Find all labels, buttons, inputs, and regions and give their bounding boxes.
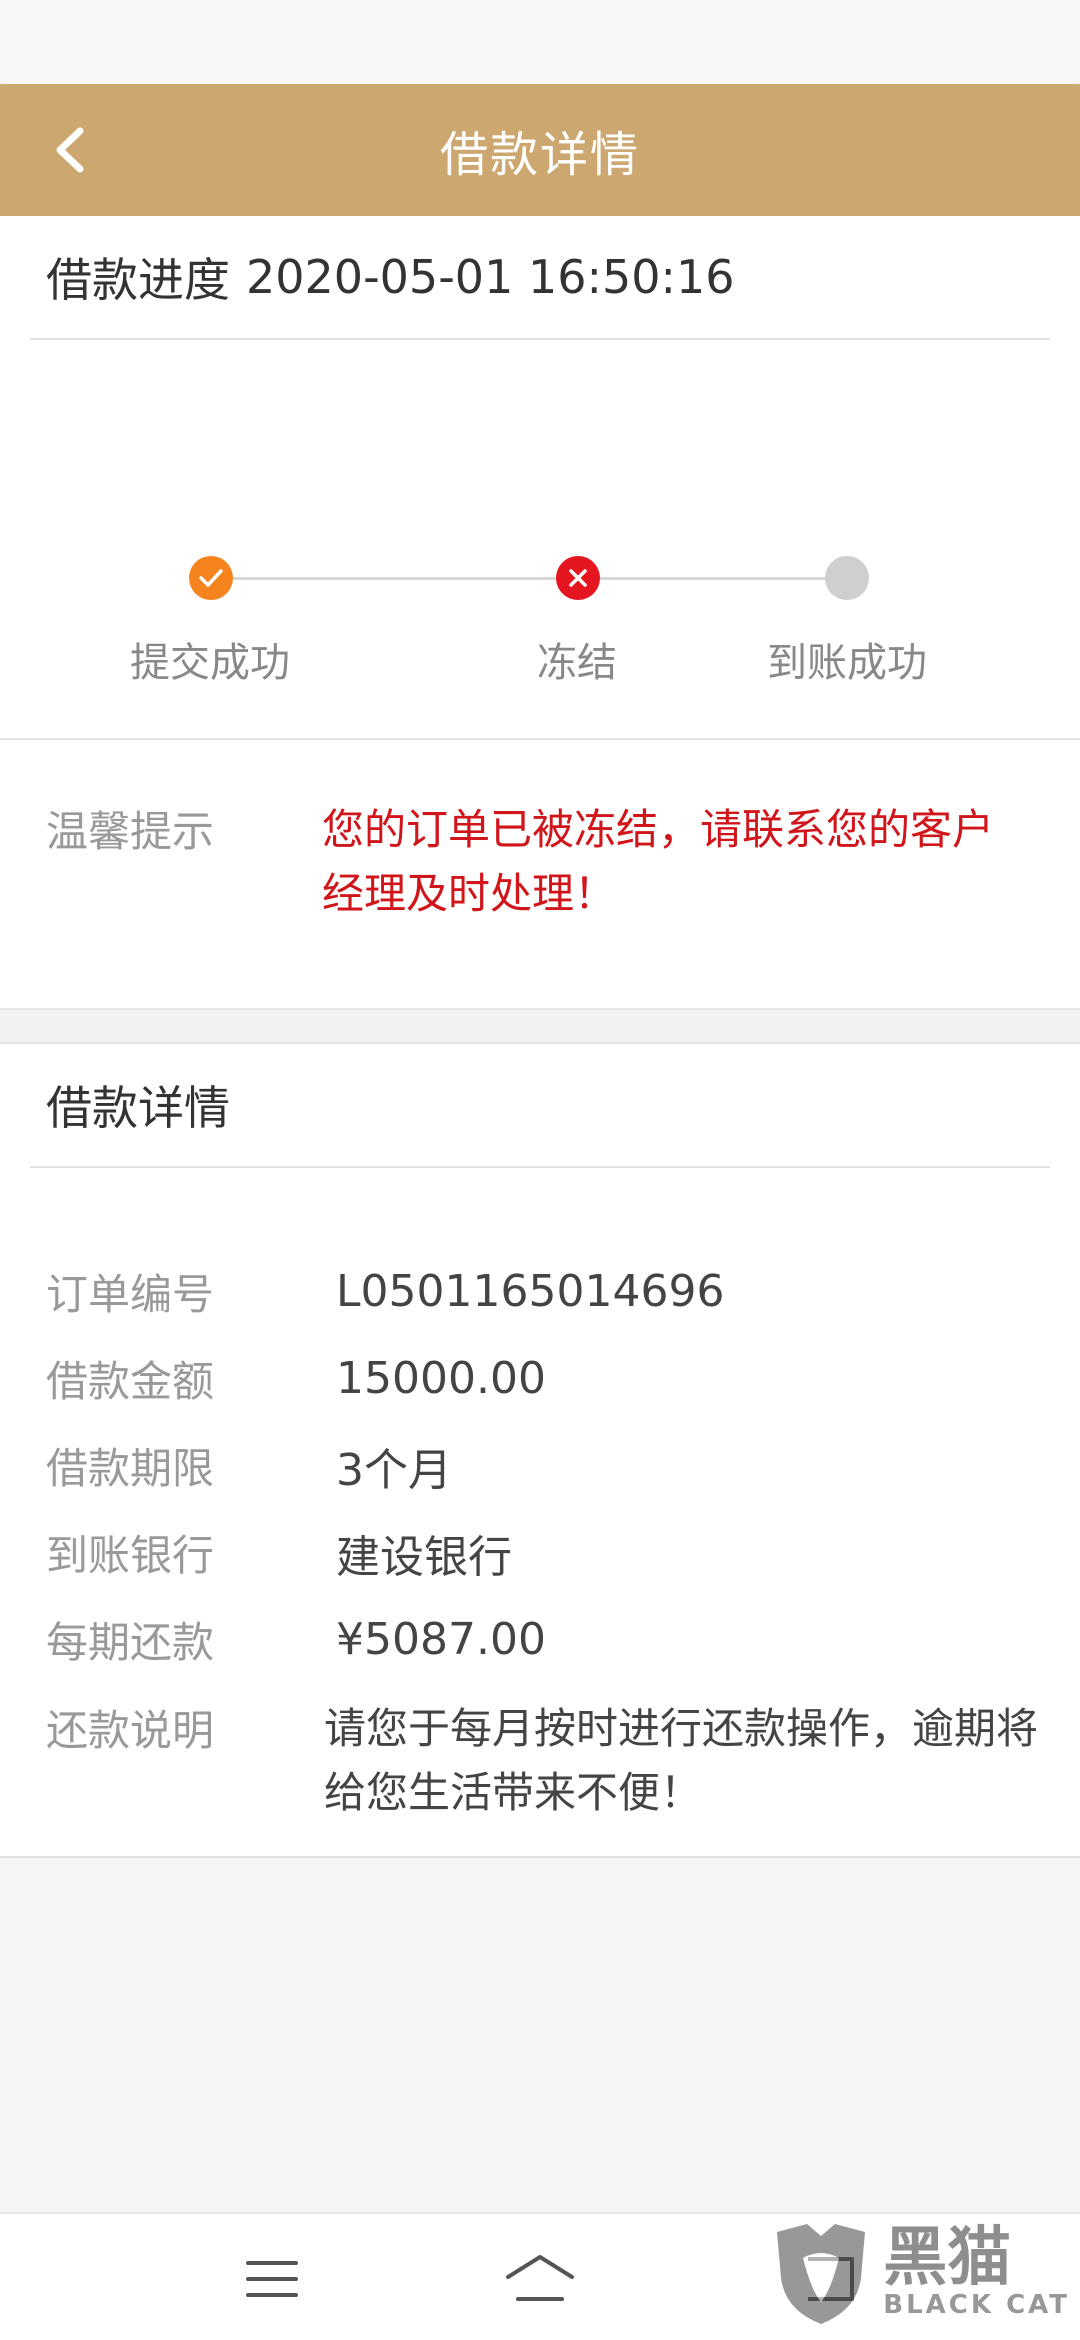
detail-row-installment: 每期还款 ¥5087.00 xyxy=(0,1596,1080,1683)
progress-header: 借款进度 2020-05-01 16:50:16 xyxy=(30,216,1050,340)
progress-track: 提交成功 冻结 到账成功 xyxy=(0,532,1080,692)
detail-value: 请您于每月按时进行还款操作，逾期将给您生活带来不便！ xyxy=(324,1704,1039,1817)
step-label-arrived: 到账成功 xyxy=(767,640,927,686)
close-icon xyxy=(569,569,587,587)
detail-value: L0501165014696 xyxy=(336,1266,725,1317)
home-icon xyxy=(506,2255,574,2301)
detail-value: 建设银行 xyxy=(336,1531,512,1583)
detail-row-order-no: 订单编号 L0501165014696 xyxy=(0,1248,1080,1335)
progress-line-2 xyxy=(600,577,830,580)
detail-value: 15000.00 xyxy=(336,1353,546,1404)
progress-time: 2020-05-01 16:50:16 xyxy=(246,250,735,304)
tip-message: 您的订单已被冻结，请联系您的客户经理及时处理！ xyxy=(322,805,995,918)
tip-card: 温馨提示 您的订单已被冻结，请联系您的客户经理及时处理！ xyxy=(0,740,1080,1010)
check-icon xyxy=(199,569,223,587)
detail-key: 还款说明 xyxy=(46,1706,215,1755)
step-label-frozen: 冻结 xyxy=(537,640,617,686)
progress-line-1 xyxy=(232,577,558,580)
detail-card: 借款详情 订单编号 L0501165014696 借款金额 15000.00 借… xyxy=(0,1044,1080,1858)
detail-key: 到账银行 xyxy=(46,1531,215,1580)
step-frozen-indicator xyxy=(556,556,600,600)
detail-row-repayment-note: 还款说明 请您于每月按时进行还款操作，逾期将给您生活带来不便！ xyxy=(0,1683,1080,1825)
step-done-indicator xyxy=(189,556,233,600)
detail-row-bank: 到账银行 建设银行 xyxy=(0,1509,1080,1596)
detail-key: 借款期限 xyxy=(46,1444,215,1493)
cat-shield-icon xyxy=(777,2224,866,2324)
step-pending-indicator xyxy=(825,556,869,600)
detail-key: 每期还款 xyxy=(46,1618,215,1667)
back-button[interactable] xyxy=(40,120,100,180)
detail-key: 借款金额 xyxy=(46,1357,215,1406)
progress-label: 借款进度 xyxy=(46,253,230,307)
step-label-submitted: 提交成功 xyxy=(130,640,290,686)
detail-row-amount: 借款金额 15000.00 xyxy=(0,1335,1080,1422)
page-title: 借款详情 xyxy=(439,127,640,183)
section-divider xyxy=(0,1010,1080,1044)
watermark-en: BLACK CAT xyxy=(883,2290,1070,2320)
chevron-left-icon xyxy=(56,127,84,173)
menu-icon xyxy=(246,2261,298,2297)
home-button[interactable] xyxy=(500,2244,580,2314)
header-bar: 借款详情 xyxy=(0,84,1080,216)
detail-value: 3个月 xyxy=(336,1444,452,1496)
detail-list: 订单编号 L0501165014696 借款金额 15000.00 借款期限 3… xyxy=(0,1168,1080,1825)
detail-row-term: 借款期限 3个月 xyxy=(0,1422,1080,1509)
watermark-cn: 黑猫 xyxy=(883,2221,1012,2295)
detail-title: 借款详情 xyxy=(30,1044,1050,1168)
status-bar xyxy=(0,0,1080,84)
tip-label: 温馨提示 xyxy=(46,807,215,856)
watermark-logo: 黑猫 BLACK CAT xyxy=(767,2218,1070,2328)
progress-card: 借款进度 2020-05-01 16:50:16 提交成功 冻结 到账成功 xyxy=(0,216,1080,740)
menu-button[interactable] xyxy=(232,2244,312,2314)
detail-key: 订单编号 xyxy=(46,1270,215,1319)
detail-value: ¥5087.00 xyxy=(336,1614,546,1665)
